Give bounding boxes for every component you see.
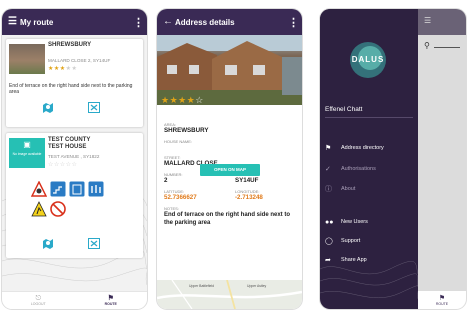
- logout-icon: ⎋: [35, 295, 42, 302]
- card-title: TEST COUNTY: [48, 137, 91, 143]
- latitude-value: 52.7366627: [164, 194, 197, 201]
- page-title: My route: [20, 17, 54, 27]
- menu-item-address-directory[interactable]: ⚑ Address directory: [320, 141, 418, 155]
- tab-label: ROUTE: [435, 301, 449, 306]
- menu-item-authorisations[interactable]: ✓ Authorisations: [320, 162, 418, 176]
- remove-icon[interactable]: [88, 102, 100, 113]
- dalus-logo: DALUS: [350, 42, 386, 78]
- menu-icon[interactable]: ☰: [8, 17, 20, 27]
- back-arrow-icon[interactable]: ←: [163, 17, 175, 27]
- postcode-value: SY14UF: [235, 177, 259, 184]
- number-value: 2: [164, 177, 168, 184]
- users-icon: ●●: [325, 218, 334, 226]
- menu-item-label: About: [341, 186, 356, 192]
- no-image-placeholder: ▣ No image available: [9, 138, 45, 168]
- search-underline: [434, 47, 460, 48]
- house-photo: ★★★★☆: [157, 35, 302, 105]
- drawer-header: DALUS: [320, 9, 418, 105]
- route-icon: ⚑: [107, 295, 114, 302]
- more-options-icon[interactable]: ⋮: [288, 16, 299, 29]
- user-name: Effenel Chatt: [325, 106, 363, 113]
- no-entry-icon: [50, 201, 66, 217]
- area-value: SHREWSBURY: [164, 127, 209, 134]
- search-icon[interactable]: ⚲: [424, 41, 430, 50]
- map-roads: [157, 280, 302, 309]
- menu-item-label: New Users: [341, 219, 368, 225]
- route-icon: ⚑: [438, 294, 446, 302]
- slippery-warning-icon: [31, 201, 47, 217]
- route-card[interactable]: SHREWSBURY MALLARD CLOSE 2, SY14UF ★★★★★…: [6, 39, 143, 127]
- logo-text: DALUS: [352, 55, 385, 64]
- open-on-map-button[interactable]: OPEN ON MAP: [200, 164, 260, 176]
- menu-item-about[interactable]: ⓘ About: [320, 182, 418, 196]
- menu-item-label: Authorisations: [341, 166, 376, 172]
- dog-warning-icon: [31, 181, 47, 197]
- menu-item-new-users[interactable]: ●● New Users: [320, 215, 418, 229]
- steps-icon: [50, 181, 66, 197]
- dimmed-header: ☰: [418, 9, 466, 35]
- tab-label: LOGOUT: [30, 302, 46, 306]
- drawer-divider: [325, 117, 413, 118]
- card-title-line-2: TEST HOUSE: [48, 144, 87, 150]
- tab-label: ROUTE: [104, 302, 117, 306]
- camera-icon: ▣: [23, 140, 31, 149]
- map-icon[interactable]: [42, 238, 54, 249]
- my-route-screen: ☰ My route ⋮ SHREWSBURY MALLARD CLOSE 2,…: [2, 9, 147, 309]
- route-card[interactable]: ▣ No image available TEST COUNTY TEST HO…: [6, 133, 143, 258]
- app-header: ☰ My route ⋮: [2, 9, 147, 35]
- map-place-label: Upper Astley: [247, 284, 267, 288]
- page-title: Address details: [175, 17, 235, 27]
- menu-item-label: Support: [341, 238, 361, 244]
- remove-icon[interactable]: [88, 238, 100, 249]
- map-icon[interactable]: [42, 102, 54, 113]
- card-address: TEST AVENUE , SY1822: [48, 154, 100, 159]
- building-icon: [69, 181, 85, 197]
- meter-icon: [88, 181, 104, 197]
- signpost-icon: ⚑: [325, 145, 332, 152]
- house-name-label: HOUSE NAME:: [164, 139, 193, 144]
- info-icon: ⓘ: [325, 186, 332, 193]
- drawer-contour-background: [320, 261, 418, 300]
- side-drawer: DALUS Effenel Chatt ⚑ Address directory …: [320, 9, 418, 309]
- tab-route[interactable]: ⚑ ROUTE: [75, 292, 148, 309]
- menu-item-label: Address directory: [341, 145, 384, 151]
- more-options-icon[interactable]: ⋮: [133, 16, 144, 29]
- rating-stars: ★★★★★: [48, 66, 78, 72]
- navigation-drawer-screen: ☰ ⚲ ⚑ ROUTE DALUS Effenel Chatt ⚑ Addres…: [320, 9, 466, 309]
- longitude-value: -2.713248: [235, 194, 263, 201]
- card-address: MALLARD CLOSE 2, SY14UF: [48, 58, 111, 63]
- notes-value: End of terrace on the right hand side ne…: [164, 212, 291, 226]
- house-thumbnail: [9, 44, 45, 74]
- menu-item-support[interactable]: ◯ Support: [320, 234, 418, 248]
- rating-stars: ☆☆☆☆☆: [48, 162, 78, 168]
- address-details-panel: AREA: SHREWSBURY HOUSE NAME: STREET: MAL…: [157, 105, 302, 309]
- map-place-label: Upper Battlefield: [189, 284, 215, 288]
- card-title: SHREWSBURY: [48, 42, 92, 48]
- address-details-screen: ← Address details ⋮ ★★★★☆ AREA: SHREWSBU…: [157, 9, 302, 309]
- embedded-map[interactable]: Upper Battlefield Upper Astley: [157, 280, 302, 309]
- dimmed-route-screen[interactable]: ☰ ⚲ ⚑ ROUTE: [418, 9, 466, 309]
- card-note: End of terrace on the right hand side ne…: [9, 83, 133, 95]
- app-header: ← Address details ⋮: [157, 9, 302, 35]
- no-image-label: No image available: [12, 152, 42, 156]
- tab-logout[interactable]: ⎋ LOGOUT: [2, 292, 75, 309]
- check-list-icon: ✓: [325, 166, 331, 173]
- bottom-tab-bar: ⎋ LOGOUT ⚑ ROUTE: [2, 291, 147, 309]
- tab-route[interactable]: ⚑ ROUTE: [418, 291, 466, 309]
- app-screenshots: ☰ My route ⋮ SHREWSBURY MALLARD CLOSE 2,…: [0, 0, 468, 316]
- lifebuoy-icon: ◯: [325, 238, 333, 245]
